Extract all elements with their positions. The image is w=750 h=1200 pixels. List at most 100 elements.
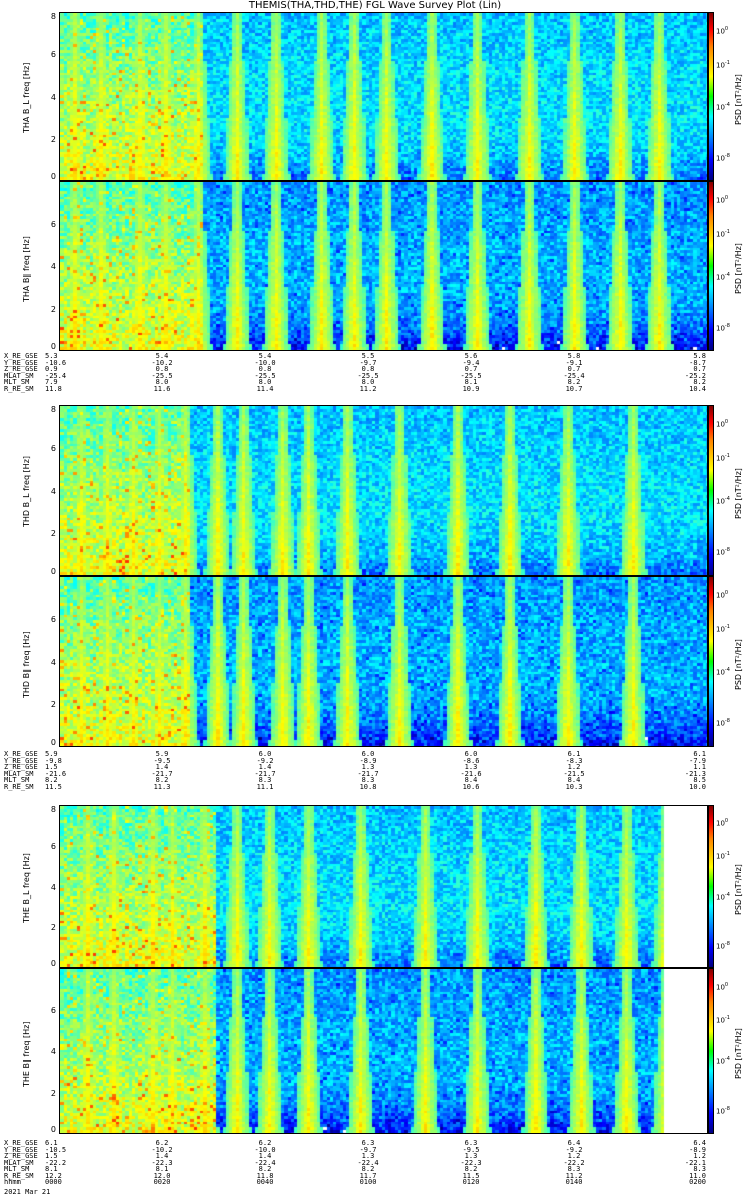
y-axis-label: THE B_L freq [Hz] [22, 852, 31, 923]
colorbar-tick-label: 10-8 [716, 1106, 730, 1116]
colorbar [708, 968, 714, 1134]
y-tick-label: 6 [50, 614, 56, 624]
colorbar-tick-label: 10-1 [716, 1014, 730, 1025]
colorbar-tick-label: 10-4 [716, 891, 730, 901]
date-label: 2021 Mar 21 [4, 1188, 51, 1196]
colorbar-tick-label: 10-1 [716, 624, 730, 634]
colorbar-label: PSD [nT²/Hz] [734, 863, 743, 915]
page-title: THEMIS(THA,THD,THE) FGL Wave Survey Plot… [248, 0, 502, 11]
orbit-value: 11.4 [256, 384, 274, 393]
y-tick-label: 6 [50, 443, 56, 453]
y-tick-label: 4 [50, 92, 56, 102]
y-tick-label: 0 [50, 342, 56, 351]
spectrogram-the-b_l [59, 805, 708, 968]
spectrogram-tha-b_l [59, 12, 708, 181]
y-tick-label: 2 [50, 1088, 56, 1098]
colorbar [708, 805, 714, 968]
y-tick-label: 6 [50, 1005, 56, 1015]
orbit-value: 11.3 [153, 782, 171, 791]
y-tick-label: 2 [50, 529, 56, 539]
spectrogram-canvas [60, 182, 707, 350]
orbit-row-label: R_RE_SM [4, 782, 34, 791]
orbit-value: 10.8 [359, 782, 377, 791]
y-axis-label: THE B‖ freq [Hz] [22, 1021, 31, 1087]
orbit-value: 10.6 [462, 782, 480, 791]
spectrogram-canvas [60, 13, 707, 180]
orbit-row-label: hhmm [4, 1178, 21, 1186]
spectrogram-canvas [60, 806, 707, 967]
spectrogram-thd-b_parallel [59, 576, 708, 747]
orbit-value: 10.3 [565, 782, 583, 791]
colorbar-tick-label: 10-8 [716, 322, 730, 332]
y-tick-label: 8 [50, 12, 56, 21]
y-axis-label: THD B‖ freq [Hz] [22, 630, 31, 698]
colorbar-tick-label: 10-4 [716, 1056, 730, 1066]
y-tick-label: 6 [50, 219, 56, 229]
orbit-value: 0120 [462, 1178, 480, 1186]
colorbar-tick-label: 100 [716, 818, 729, 828]
y-tick-label: 0 [50, 567, 56, 576]
colorbar-tick-label: 100 [716, 195, 729, 205]
colorbar [708, 405, 714, 576]
y-tick-label: 2 [50, 304, 56, 314]
y-tick-label: 8 [50, 805, 56, 814]
colorbar-label: PSD [nT²/Hz] [734, 1028, 743, 1079]
colorbar-tick-label: 100 [716, 981, 729, 991]
orbit-value: 10.0 [689, 782, 706, 791]
orbit-value: 11.6 [153, 384, 171, 393]
colorbar-tick-label: 100 [716, 590, 729, 600]
orbit-row-label: R_RE_SM [4, 384, 34, 393]
y-tick-label: 0 [50, 172, 56, 181]
spectrogram-canvas [60, 577, 707, 746]
colorbar-tick-label: 10-8 [716, 547, 730, 557]
colorbar-tick-label: 10-8 [716, 718, 730, 728]
colorbar-tick-label: 10-4 [716, 667, 730, 677]
y-tick-label: 4 [50, 1047, 56, 1056]
spectrogram-tha-b_parallel [59, 181, 708, 351]
y-axis-label: THD B_L freq [Hz] [22, 455, 31, 527]
colorbar-label: PSD [nT²/Hz] [734, 243, 743, 294]
colorbar-tick-label: 10-1 [716, 59, 730, 70]
y-axis-label: THA B_L freq [Hz] [22, 62, 31, 133]
colorbar-tick-label: 10-1 [716, 229, 730, 239]
y-tick-label: 4 [50, 882, 56, 892]
y-tick-label: 6 [50, 50, 56, 60]
y-tick-label: 2 [50, 134, 56, 144]
spectrogram-the-b_parallel [59, 968, 708, 1134]
colorbar-tick-label: 100 [716, 25, 729, 36]
colorbar-tick-label: 10-4 [716, 101, 730, 112]
colorbar [708, 12, 714, 181]
colorbar [708, 576, 714, 747]
spectrogram-canvas [60, 969, 707, 1133]
spectrogram-thd-b_l [59, 405, 708, 576]
colorbar-tick-label: 10-1 [716, 850, 730, 861]
colorbar-tick-label: 10-4 [716, 496, 730, 506]
y-tick-label: 4 [50, 657, 56, 667]
colorbar-tick-label: 10-8 [716, 152, 730, 162]
orbit-value: 10.7 [565, 384, 583, 393]
orbit-value: 11.2 [359, 384, 377, 393]
y-tick-label: 4 [50, 486, 56, 496]
colorbar [708, 181, 714, 351]
colorbar-label: PSD [nT²/Hz] [734, 638, 743, 690]
y-tick-label: 4 [50, 262, 56, 271]
orbit-value: 0140 [565, 1178, 583, 1186]
colorbar-tick-label: 100 [716, 419, 729, 429]
orbit-value: 0200 [689, 1178, 706, 1186]
colorbar-tick-label: 10-4 [716, 271, 730, 281]
orbit-value: 0020 [153, 1178, 171, 1186]
orbit-value: 10.9 [462, 384, 480, 393]
y-tick-label: 2 [50, 700, 56, 710]
y-tick-label: 6 [50, 841, 56, 851]
orbit-value: 11.5 [45, 782, 62, 791]
orbit-value: 11.8 [45, 384, 62, 393]
colorbar-label: PSD [nT²/Hz] [734, 73, 743, 125]
y-tick-label: 0 [50, 1125, 56, 1134]
orbit-value: 11.1 [256, 782, 274, 791]
y-tick-label: 0 [50, 738, 56, 747]
orbit-value: 0000 [45, 1178, 62, 1186]
spectrogram-canvas [60, 406, 707, 575]
y-axis-label: THA B‖ freq [Hz] [22, 236, 31, 302]
colorbar-label: PSD [nT²/Hz] [734, 467, 743, 519]
orbit-value: 10.4 [689, 384, 706, 393]
